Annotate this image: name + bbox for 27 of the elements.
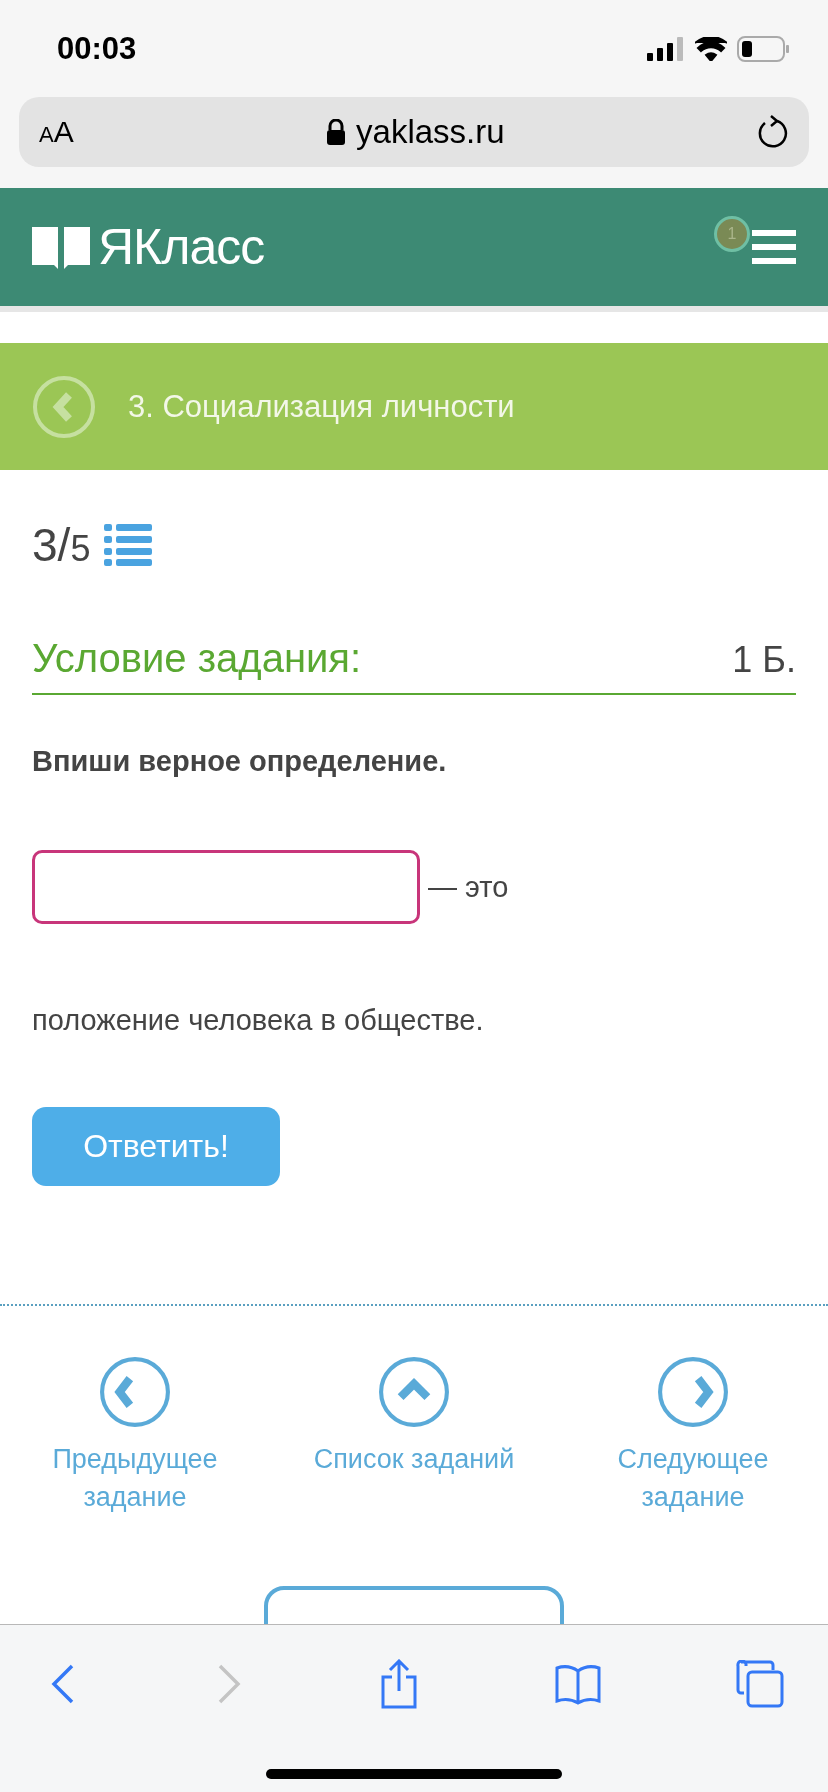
progress-text: 3/5 (32, 518, 91, 572)
battery-icon (737, 35, 789, 62)
reload-icon[interactable] (757, 115, 789, 149)
nav-link[interactable]: Список заданий (299, 1356, 529, 1516)
logo-text[interactable]: ЯКласс (98, 218, 265, 276)
answer-field[interactable] (32, 850, 420, 924)
nav-link[interactable]: Следующее задание (578, 1356, 808, 1516)
section-heading: Условие задания: (32, 636, 362, 681)
url-text[interactable]: yaklass.ru (356, 113, 505, 151)
tabs-icon[interactable] (736, 1660, 784, 1708)
submit-button[interactable]: Ответить! (32, 1107, 280, 1186)
signal-icon (647, 36, 685, 61)
list-icon[interactable] (104, 524, 153, 566)
points-text: 1 Б. (732, 639, 796, 681)
instruction-text: Впиши верное определение. (32, 745, 448, 778)
definition-text: положение человека в обществе. (32, 1004, 485, 1037)
text-size-button[interactable]: AA (39, 115, 74, 149)
nav-link[interactable]: Предыдущее задание (20, 1356, 250, 1516)
menu-icon[interactable] (752, 230, 796, 264)
topic-title: 3. Социализация личности (128, 388, 515, 425)
bookmarks-icon[interactable] (554, 1663, 601, 1705)
share-icon[interactable] (379, 1659, 419, 1709)
book-icon (32, 225, 90, 269)
status-time: 00:03 (57, 30, 137, 67)
answer-suffix: — это (428, 870, 509, 904)
wifi-icon (695, 36, 727, 61)
lock-icon (326, 119, 347, 145)
